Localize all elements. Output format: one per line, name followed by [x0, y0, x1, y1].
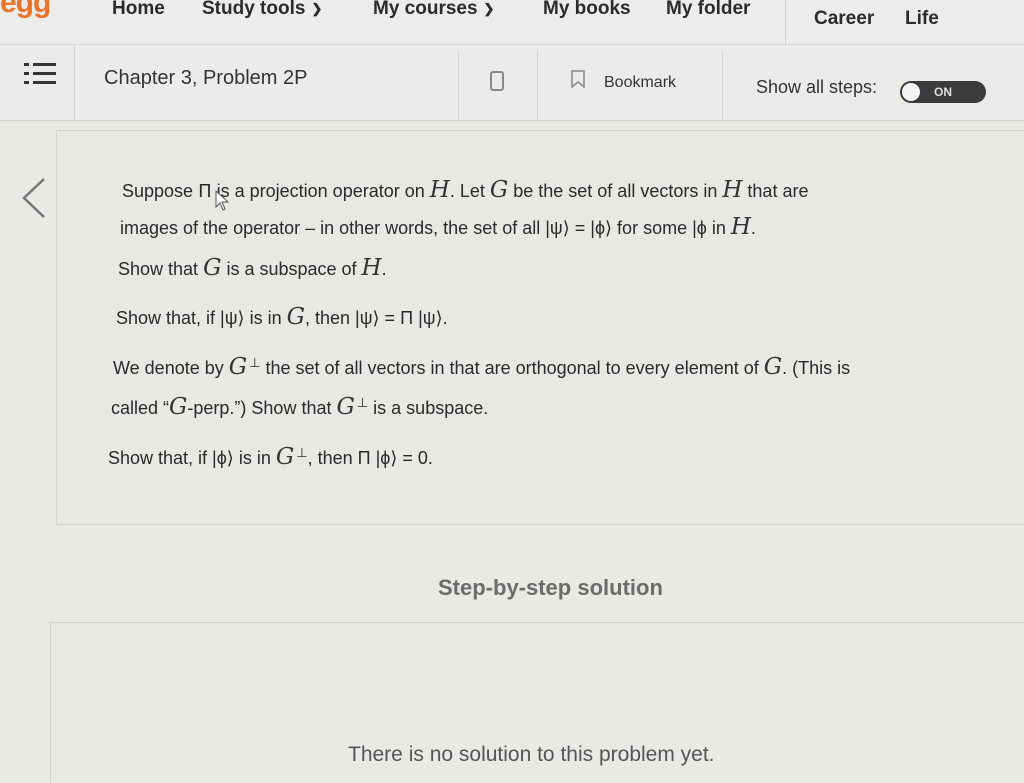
header-divider: [458, 50, 459, 120]
problem-line-2: images of the operator – in other words,…: [120, 214, 756, 240]
page-title: Chapter 3, Problem 2P: [104, 67, 308, 89]
chevron-down-icon: ❯: [311, 1, 323, 16]
bookmark-icon[interactable]: [571, 70, 585, 88]
problem-line-6: called “G-perp.”) Show that G ⊥ is a subs…: [111, 394, 489, 420]
menu-icon[interactable]: [24, 62, 56, 86]
show-steps-label: Show all steps:: [756, 77, 878, 97]
problem-line-7: Show that, if |ϕ⟩ is in G ⊥, then Π |ϕ⟩ =…: [108, 444, 433, 470]
device-icon[interactable]: [490, 71, 504, 91]
header-divider: [722, 50, 723, 120]
nav-study-tools-label: Study tools: [202, 0, 306, 19]
list-icon: [24, 63, 56, 84]
back-arrow-icon[interactable]: [18, 176, 48, 220]
solution-heading: Step-by-step solution: [438, 575, 663, 600]
nav-divider: [785, 0, 786, 44]
no-solution-message: There is no solution to this problem yet…: [348, 743, 715, 766]
show-steps-toggle[interactable]: ON: [900, 81, 986, 103]
top-nav: egg Home Study tools ❯ My courses ❯ My boo…: [0, 0, 1024, 45]
header-divider: [537, 50, 538, 120]
nav-my-folder[interactable]: My folder: [666, 0, 750, 20]
problem-line-5: We denote by G ⊥ the set of all vectors i…: [113, 354, 851, 380]
nav-my-courses[interactable]: My courses ❯: [373, 0, 494, 20]
nav-life[interactable]: Life: [905, 8, 939, 30]
nav-study-tools[interactable]: Study tools ❯: [202, 0, 322, 20]
toggle-state: ON: [934, 85, 952, 99]
toggle-knob: [902, 83, 920, 101]
mouse-cursor-icon: [215, 190, 230, 211]
problem-line-4: Show that, if |ψ⟩ is in G, then |ψ⟩ = Π …: [116, 304, 448, 330]
nav-my-courses-label: My courses: [373, 0, 478, 19]
problem-line-3: Show that G is a subspace of H.: [118, 255, 387, 281]
nav-career[interactable]: Career: [814, 8, 874, 30]
bookmark-button[interactable]: Bookmark: [604, 74, 676, 92]
chevron-down-icon: ❯: [483, 1, 495, 16]
header-divider: [74, 45, 75, 120]
nav-home[interactable]: Home: [112, 0, 165, 20]
logo[interactable]: egg: [0, 0, 51, 20]
nav-my-books[interactable]: My books: [543, 0, 631, 20]
